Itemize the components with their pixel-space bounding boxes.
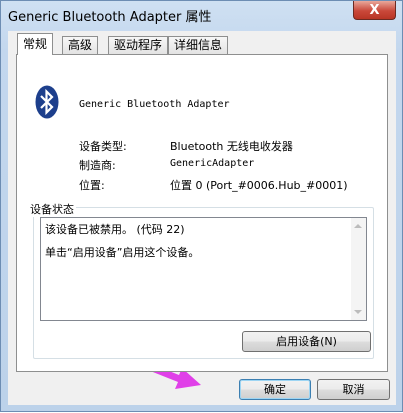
bluetooth-icon (35, 85, 59, 119)
window-title: Generic Bluetooth Adapter 属性 (8, 10, 212, 25)
dialog-client-area: 常规 高级 驱动程序 详细信息 Generic Bluetooth Adapte… (8, 31, 396, 405)
status-line-2: 单击“启用设备”启用这个设备。 (45, 246, 200, 259)
location-value: 位置 0 (Port_#0006.Hub_#0001) (170, 179, 348, 192)
device-type-label: 设备类型: (79, 140, 127, 153)
location-label: 位置: (79, 179, 105, 192)
device-status-textbox[interactable]: 该设备已被禁用。 (代码 22) 单击“启用设备”启用这个设备。 (40, 217, 367, 321)
general-tab-panel: Generic Bluetooth Adapter 设备类型: Bluetoot… (16, 54, 388, 372)
enable-device-button[interactable]: 启用设备(N) (242, 331, 371, 352)
device-status-title: 设备状态 (28, 201, 76, 217)
ok-button[interactable]: 确定 (239, 379, 311, 400)
device-type-value: Bluetooth 无线电收发器 (170, 140, 293, 153)
tab-details[interactable]: 详细信息 (168, 36, 229, 54)
properties-dialog: Generic Bluetooth Adapter 属性 X 常规 高级 驱动程… (0, 0, 403, 412)
status-line-1: 该设备已被禁用。 (代码 22) (45, 223, 185, 236)
tab-driver[interactable]: 驱动程序 (108, 36, 169, 54)
close-icon: X (369, 2, 380, 18)
tab-general[interactable]: 常规 (17, 33, 54, 55)
scroll-up-arrow-icon[interactable] (354, 224, 362, 228)
tab-advanced[interactable]: 高级 (62, 36, 99, 54)
status-scrollbar[interactable] (351, 218, 366, 320)
scroll-down-arrow-icon[interactable] (354, 310, 362, 314)
device-name: Generic Bluetooth Adapter (79, 99, 230, 110)
close-button[interactable]: X (353, 1, 396, 20)
manufacturer-value: GenericAdapter (170, 158, 255, 169)
manufacturer-label: 制造商: (79, 159, 116, 172)
cancel-button[interactable]: 取消 (317, 379, 390, 400)
